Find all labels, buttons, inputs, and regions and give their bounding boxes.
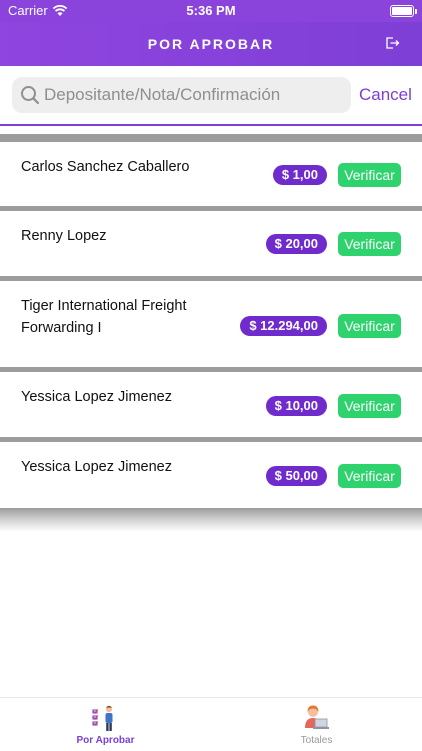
- clock: 5:36 PM: [186, 3, 236, 18]
- depositor-name: Tiger International Freight Forwarding I: [21, 298, 187, 336]
- list-item: Yessica Lopez Jimenez $ 10,00 Verificar: [0, 372, 422, 437]
- list-item: Carlos Sanchez Caballero $ 1,00 Verifica…: [0, 142, 422, 206]
- depositor-name: Carlos Sanchez Caballero: [21, 159, 190, 175]
- person-laptop-icon: [305, 705, 329, 729]
- tab-label: Por Aprobar: [76, 735, 135, 746]
- tab-por-aprobar[interactable]: Por Aprobar: [0, 698, 211, 751]
- amount-badge: $ 50,00: [265, 466, 327, 486]
- nav-bar: POR APROBAR: [0, 22, 422, 66]
- tab-label: Totales: [300, 735, 333, 746]
- search-input[interactable]: [44, 77, 344, 113]
- list-end-shadow: [0, 508, 422, 532]
- amount-badge: $ 20,00: [265, 234, 327, 254]
- amount-badge: $ 1,00: [272, 165, 327, 185]
- checklist-person-icon: [92, 705, 113, 731]
- deposit-list: Carlos Sanchez Caballero $ 1,00 Verifica…: [0, 126, 422, 507]
- verify-button[interactable]: Verificar: [338, 394, 401, 418]
- list-item: Yessica Lopez Jimenez $ 50,00 Verificar: [0, 442, 422, 507]
- list-item: Tiger International Freight Forwarding I…: [0, 281, 422, 367]
- status-bar: Carrier 5:36 PM: [0, 0, 422, 22]
- list-item: Renny Lopez $ 20,00 Verificar: [0, 211, 422, 276]
- depositor-name: Yessica Lopez Jimenez: [21, 459, 172, 475]
- tab-bar: Por Aprobar Totales: [0, 697, 422, 750]
- search-bar: Cancel: [0, 66, 422, 126]
- depositor-name: Renny Lopez: [21, 228, 107, 244]
- page-title: POR APROBAR: [147, 36, 275, 52]
- verify-button[interactable]: Verificar: [338, 163, 401, 187]
- amount-badge: $ 10,00: [265, 396, 327, 416]
- battery-icon: [390, 5, 414, 17]
- logout-icon[interactable]: [384, 35, 400, 51]
- list-separator: [0, 126, 422, 142]
- search-field[interactable]: [12, 77, 351, 113]
- cancel-button[interactable]: Cancel: [359, 85, 412, 105]
- verify-button[interactable]: Verificar: [338, 314, 401, 338]
- verify-button[interactable]: Verificar: [338, 232, 401, 256]
- amount-badge: $ 12.294,00: [240, 316, 327, 336]
- verify-button[interactable]: Verificar: [338, 464, 401, 488]
- tab-totales[interactable]: Totales: [211, 698, 422, 751]
- battery-tip: [415, 9, 417, 14]
- search-icon: [21, 86, 40, 105]
- depositor-name: Yessica Lopez Jimenez: [21, 389, 172, 405]
